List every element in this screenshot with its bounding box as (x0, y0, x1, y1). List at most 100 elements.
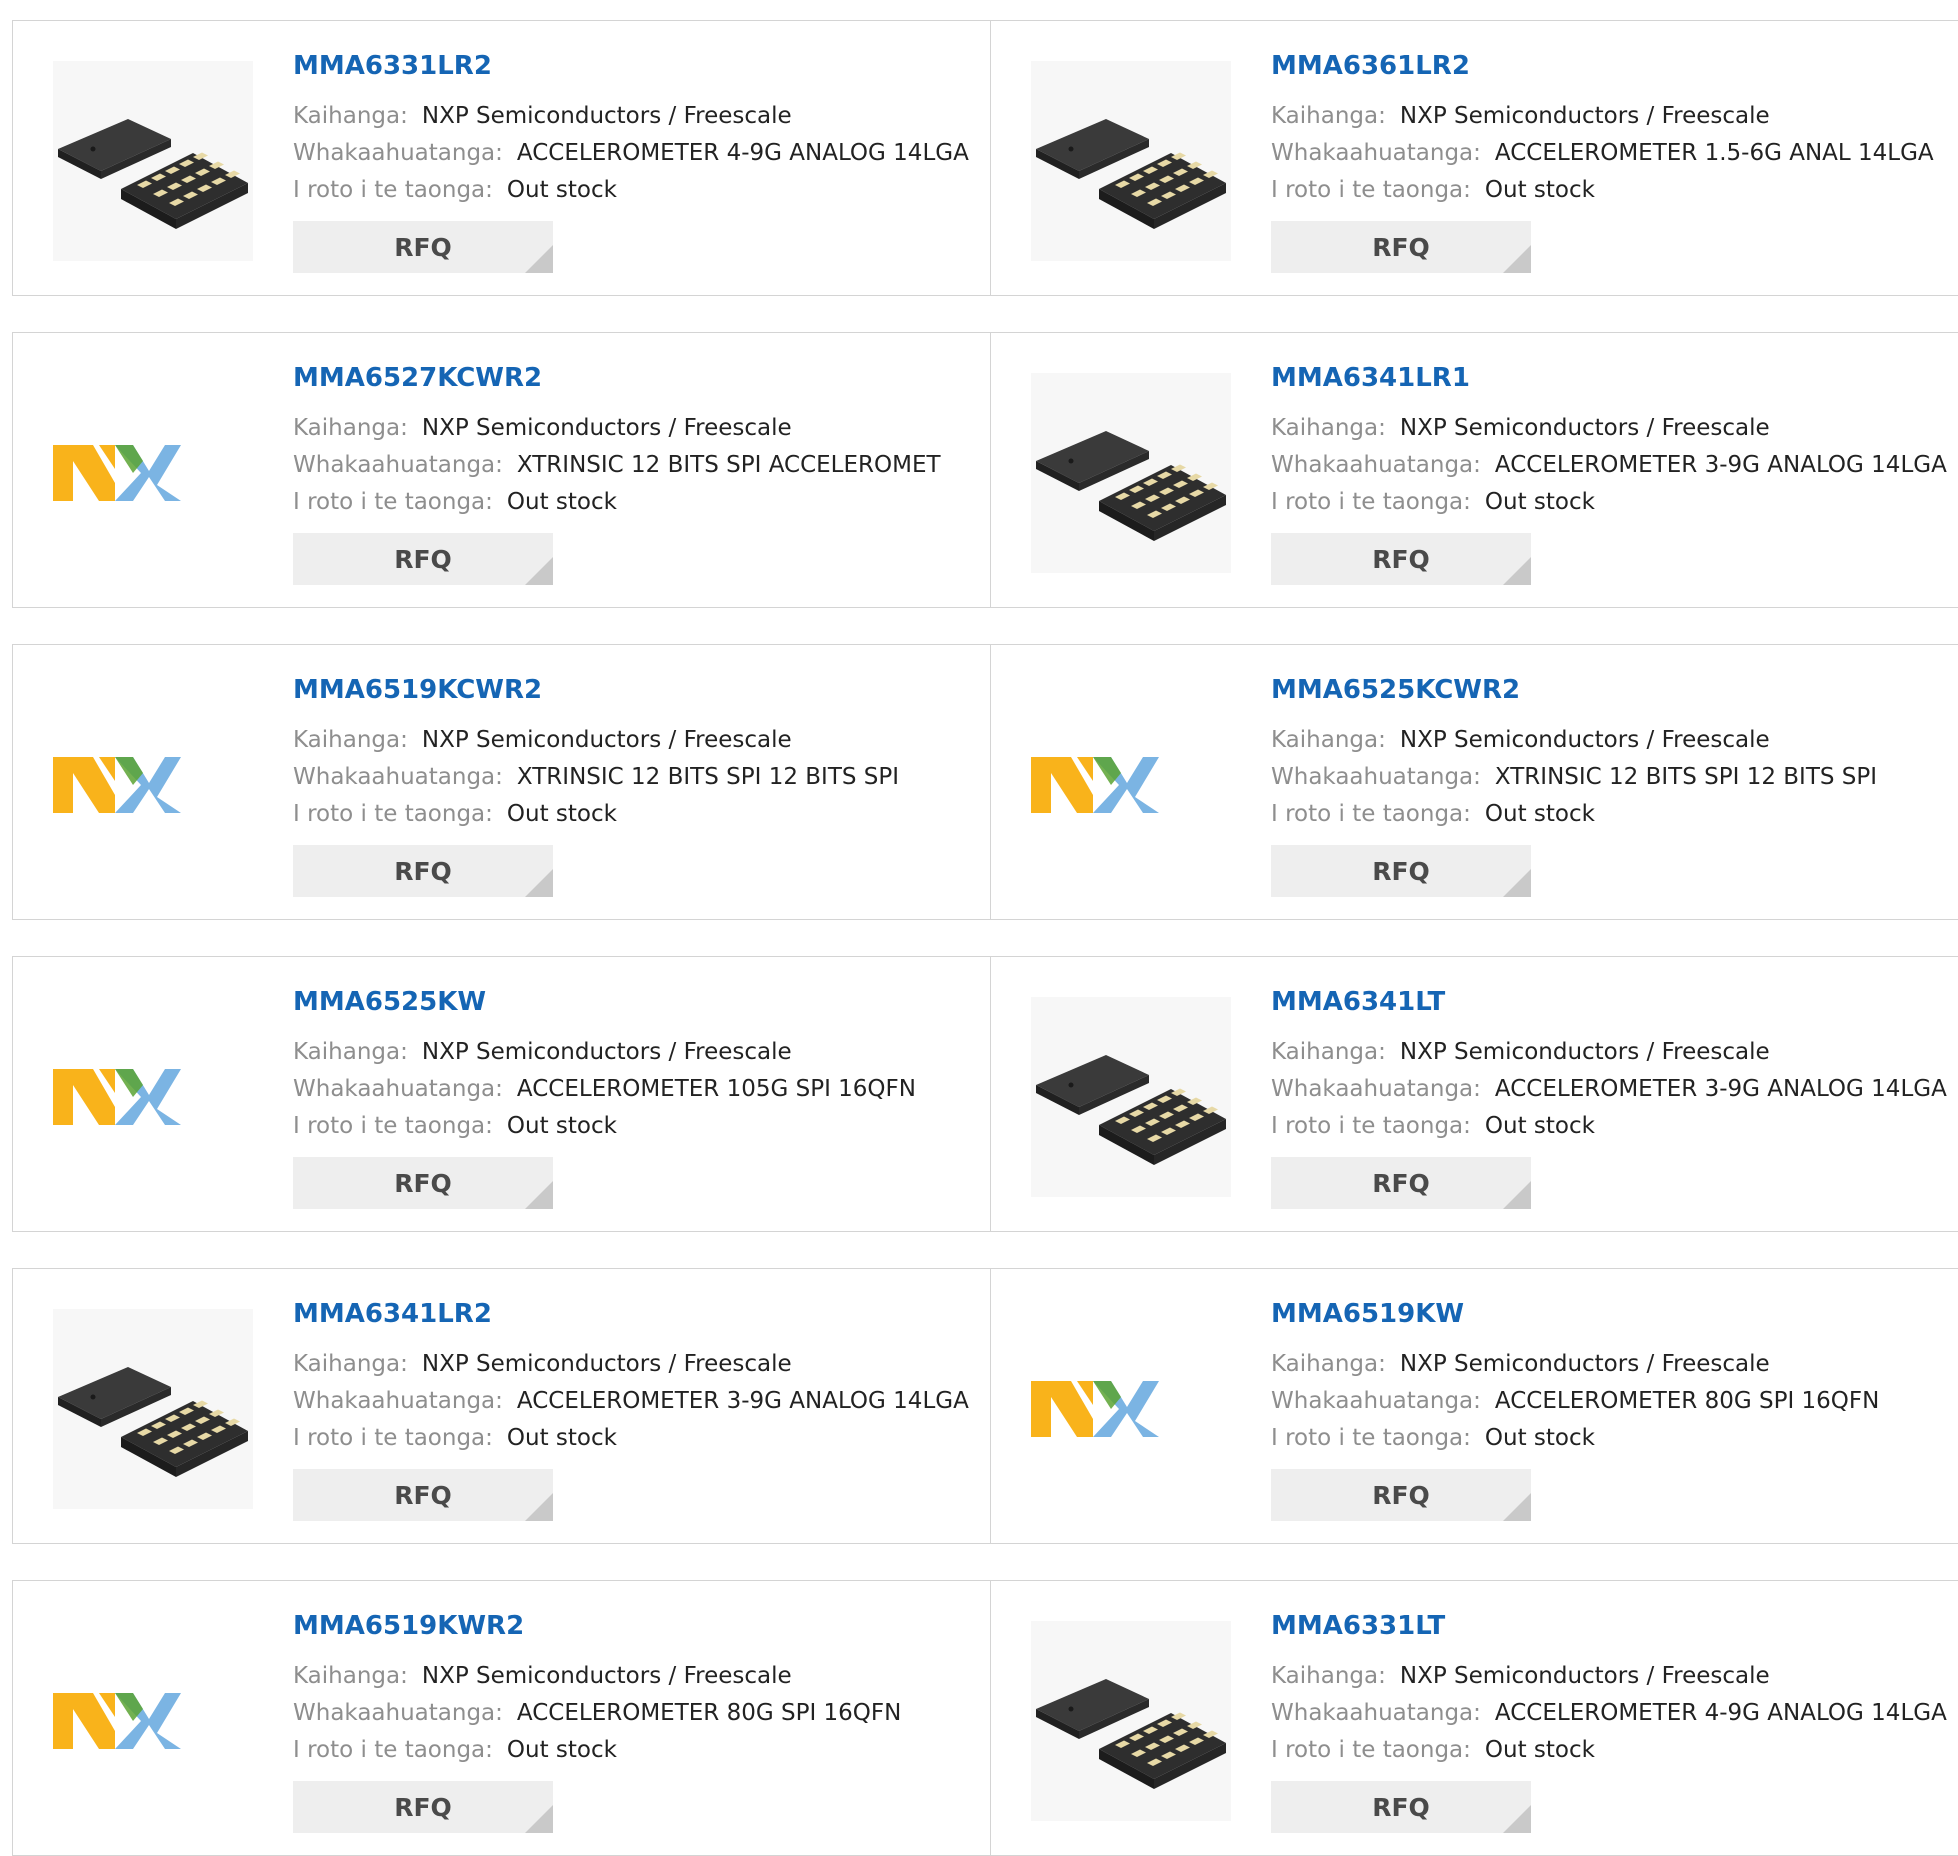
product-image[interactable] (1031, 1621, 1231, 1821)
description-label: Whakaahuatanga: (293, 452, 503, 478)
corner-triangle-icon (1503, 557, 1531, 585)
stock-label: I roto i te taonga: (293, 801, 493, 827)
part-number-link[interactable]: MMA6525KW (293, 987, 486, 1017)
rfq-button[interactable]: RFQ (1271, 221, 1531, 273)
part-number-link[interactable]: MMA6341LR2 (293, 1299, 492, 1329)
description-value: ACCELEROMETER 80G SPI 16QFN (516, 1700, 902, 1726)
stock-label: I roto i te taonga: (293, 177, 493, 203)
product-image[interactable] (53, 685, 253, 885)
corner-triangle-icon (525, 1181, 553, 1209)
manufacturer-label: Kaihanga: (293, 415, 408, 441)
product-card: MMA6341LT Kaihanga: NXP Semiconductors / … (990, 956, 1958, 1232)
manufacturer-row: Kaihanga: NXP Semiconductors / Freescale (293, 1037, 792, 1067)
description-row: Whakaahuatanga: ACCELEROMETER 4-9G ANALOG… (1271, 1698, 1947, 1728)
product-image[interactable] (53, 373, 253, 573)
part-number-link[interactable]: MMA6525KCWR2 (1271, 675, 1520, 705)
rfq-label: RFQ (1372, 232, 1430, 262)
description-row: Whakaahuatanga: XTRINSIC 12 BITS SPI 12 B… (1271, 762, 1877, 792)
description-row: Whakaahuatanga: ACCELEROMETER 1.5-6G ANAL… (1271, 138, 1934, 168)
part-number-link[interactable]: MMA6519KCWR2 (293, 675, 542, 705)
stock-value: Out stock (1484, 1425, 1595, 1451)
description-label: Whakaahuatanga: (1271, 1388, 1481, 1414)
description-label: Whakaahuatanga: (1271, 1700, 1481, 1726)
rfq-button[interactable]: RFQ (293, 221, 553, 273)
rfq-label: RFQ (394, 544, 452, 574)
rfq-button[interactable]: RFQ (293, 1469, 553, 1521)
stock-row: I roto i te taonga: Out stock (293, 1735, 617, 1765)
manufacturer-value: NXP Semiconductors / Freescale (421, 727, 792, 753)
product-image[interactable] (1031, 997, 1231, 1197)
rfq-button[interactable]: RFQ (1271, 1781, 1531, 1833)
nxp-logo (53, 445, 229, 501)
product-image[interactable] (1031, 373, 1231, 573)
description-row: Whakaahuatanga: ACCELEROMETER 3-9G ANALOG… (1271, 1074, 1947, 1104)
description-value: ACCELEROMETER 105G SPI 16QFN (516, 1076, 916, 1102)
rfq-button[interactable]: RFQ (1271, 845, 1531, 897)
product-image[interactable] (1031, 61, 1231, 261)
manufacturer-label: Kaihanga: (1271, 727, 1386, 753)
product-card: MMA6525KW Kaihanga: NXP Semiconductors / … (12, 956, 992, 1232)
stock-row: I roto i te taonga: Out stock (1271, 799, 1595, 829)
description-value: XTRINSIC 12 BITS SPI ACCELEROMET (516, 452, 941, 478)
nxp-logo (1031, 757, 1207, 813)
stock-value: Out stock (506, 177, 617, 203)
stock-value: Out stock (506, 1113, 617, 1139)
product-card: MMA6331LT Kaihanga: NXP Semiconductors / … (990, 1580, 1958, 1856)
manufacturer-row: Kaihanga: NXP Semiconductors / Freescale (1271, 1349, 1770, 1379)
product-image[interactable] (1031, 685, 1231, 885)
manufacturer-label: Kaihanga: (293, 1039, 408, 1065)
description-value: ACCELEROMETER 4-9G ANALOG 14LGA (1494, 1700, 1947, 1726)
description-value: ACCELEROMETER 1.5-6G ANAL 14LGA (1494, 140, 1934, 166)
manufacturer-value: NXP Semiconductors / Freescale (1399, 1039, 1770, 1065)
rfq-button[interactable]: RFQ (1271, 533, 1531, 585)
stock-label: I roto i te taonga: (293, 1113, 493, 1139)
manufacturer-row: Kaihanga: NXP Semiconductors / Freescale (293, 101, 792, 131)
manufacturer-label: Kaihanga: (1271, 415, 1386, 441)
description-value: ACCELEROMETER 80G SPI 16QFN (1494, 1388, 1880, 1414)
product-card: MMA6361LR2 Kaihanga: NXP Semiconductors /… (990, 20, 1958, 296)
product-image[interactable] (53, 61, 253, 261)
manufacturer-value: NXP Semiconductors / Freescale (1399, 1351, 1770, 1377)
description-row: Whakaahuatanga: ACCELEROMETER 4-9G ANALOG… (293, 138, 969, 168)
stock-value: Out stock (506, 1425, 617, 1451)
rfq-button[interactable]: RFQ (293, 1781, 553, 1833)
description-row: Whakaahuatanga: ACCELEROMETER 3-9G ANALOG… (293, 1386, 969, 1416)
part-number-link[interactable]: MMA6341LT (1271, 987, 1445, 1017)
stock-value: Out stock (1484, 1113, 1595, 1139)
manufacturer-label: Kaihanga: (293, 727, 408, 753)
part-number-link[interactable]: MMA6519KWR2 (293, 1611, 524, 1641)
rfq-button[interactable]: RFQ (293, 533, 553, 585)
description-value: ACCELEROMETER 3-9G ANALOG 14LGA (1494, 452, 1947, 478)
corner-triangle-icon (525, 557, 553, 585)
manufacturer-label: Kaihanga: (1271, 1663, 1386, 1689)
rfq-label: RFQ (394, 1168, 452, 1198)
description-label: Whakaahuatanga: (293, 1388, 503, 1414)
stock-value: Out stock (506, 801, 617, 827)
description-label: Whakaahuatanga: (293, 140, 503, 166)
rfq-button[interactable]: RFQ (293, 845, 553, 897)
rfq-button[interactable]: RFQ (293, 1157, 553, 1209)
product-card: MMA6341LR2 Kaihanga: NXP Semiconductors /… (12, 1268, 992, 1544)
rfq-button[interactable]: RFQ (1271, 1469, 1531, 1521)
part-number-link[interactable]: MMA6341LR1 (1271, 363, 1470, 393)
corner-triangle-icon (525, 869, 553, 897)
manufacturer-row: Kaihanga: NXP Semiconductors / Freescale (293, 1349, 792, 1379)
part-number-link[interactable]: MMA6331LT (1271, 1611, 1445, 1641)
rfq-button[interactable]: RFQ (1271, 1157, 1531, 1209)
product-image[interactable] (53, 997, 253, 1197)
product-image[interactable] (53, 1621, 253, 1821)
manufacturer-label: Kaihanga: (1271, 1351, 1386, 1377)
rfq-label: RFQ (1372, 1168, 1430, 1198)
rfq-label: RFQ (1372, 1792, 1430, 1822)
part-number-link[interactable]: MMA6527KCWR2 (293, 363, 542, 393)
part-number-link[interactable]: MMA6519KW (1271, 1299, 1464, 1329)
product-card: MMA6519KCWR2 Kaihanga: NXP Semiconductors… (12, 644, 992, 920)
product-image[interactable] (1031, 1309, 1231, 1509)
description-value: ACCELEROMETER 3-9G ANALOG 14LGA (1494, 1076, 1947, 1102)
rfq-label: RFQ (1372, 1480, 1430, 1510)
part-number-link[interactable]: MMA6331LR2 (293, 51, 492, 81)
product-card: MMA6519KWR2 Kaihanga: NXP Semiconductors … (12, 1580, 992, 1856)
description-row: Whakaahuatanga: XTRINSIC 12 BITS SPI ACCE… (293, 450, 941, 480)
product-image[interactable] (53, 1309, 253, 1509)
part-number-link[interactable]: MMA6361LR2 (1271, 51, 1470, 81)
